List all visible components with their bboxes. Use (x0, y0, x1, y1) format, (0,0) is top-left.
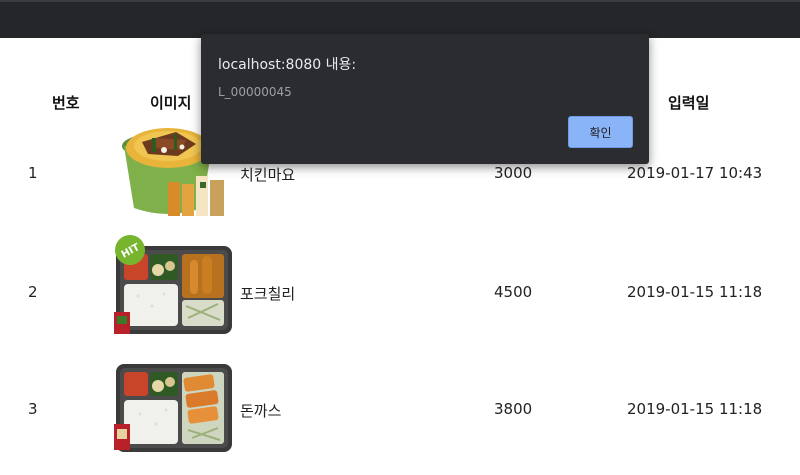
product-image-tonkatsu[interactable] (112, 362, 234, 454)
product-name[interactable]: 돈까스 (240, 400, 281, 421)
product-date: 2019-01-15 11:18 (627, 400, 763, 418)
product-price: 4500 (494, 283, 533, 301)
row-number: 3 (28, 400, 38, 418)
browser-top-bar (0, 0, 800, 38)
dialog-message: L_00000045 (218, 85, 292, 99)
product-price: 3800 (494, 400, 533, 418)
header-date: 입력일 (668, 94, 710, 112)
alert-dialog: localhost:8080 내용: L_00000045 확인 (201, 34, 649, 164)
ok-button[interactable]: 확인 (568, 116, 633, 148)
row-number: 1 (28, 164, 38, 182)
product-name[interactable]: 포크칠리 (240, 283, 295, 304)
product-date: 2019-01-15 11:18 (627, 283, 763, 301)
header-number: 번호 (52, 94, 80, 112)
product-name[interactable]: 치킨마요 (240, 164, 295, 185)
row-number: 2 (28, 283, 38, 301)
header-image: 이미지 (150, 94, 192, 112)
product-price: 3000 (494, 164, 533, 182)
product-image-pork-chili[interactable]: HIT (112, 234, 234, 336)
dialog-title: localhost:8080 내용: (218, 57, 357, 73)
product-date: 2019-01-17 10:43 (627, 164, 763, 182)
